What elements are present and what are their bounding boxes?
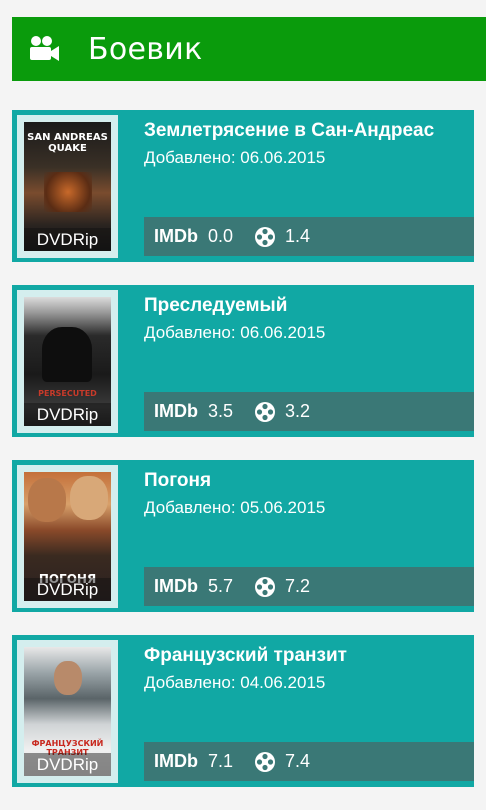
movie-card[interactable]: PERSECUTED DVDRip Преследуемый Добавлено…	[12, 285, 474, 437]
quality-badge: DVDRip	[24, 403, 111, 426]
imdb-label: IMDb	[154, 576, 198, 596]
imdb-label: IMDb	[154, 401, 198, 421]
imdb-label: IMDb	[154, 751, 198, 771]
video-camera-icon	[30, 36, 59, 61]
quality-badge: DVDRip	[24, 753, 111, 776]
movie-title: Французский транзит	[144, 645, 347, 666]
quality-badge: DVDRip	[24, 228, 111, 251]
film-reel-icon	[255, 751, 276, 772]
ratings-bar: IMDb 3.5 3.2	[144, 392, 474, 431]
film-reel-icon	[255, 401, 276, 422]
movie-title: Преследуемый	[144, 295, 288, 316]
movie-card[interactable]: ПОГОНЯ DVDRip Погоня Добавлено: 05.06.20…	[12, 460, 474, 612]
film-reel-icon	[255, 576, 276, 597]
added-date: Добавлено: 05.06.2015	[144, 498, 326, 517]
category-title: Боевик	[88, 31, 203, 67]
added-date: Добавлено: 06.06.2015	[144, 148, 326, 167]
poster-frame: ПОГОНЯ DVDRip	[17, 465, 118, 608]
poster-frame: PERSECUTED DVDRip	[17, 290, 118, 433]
kinopoisk-rating: 7.4	[285, 751, 311, 771]
poster-frame: SAN ANDREAS QUAKE DVDRip	[17, 115, 118, 258]
ratings-bar: IMDb 7.1 7.4	[144, 742, 474, 781]
imdb-rating: 7.1	[208, 751, 234, 771]
poster-frame: ФРАНЦУЗСКИЙ ТРАНЗИТ DVDRip	[17, 640, 118, 783]
quality-badge: DVDRip	[24, 578, 111, 601]
movie-title: Погоня	[144, 470, 212, 491]
ratings-bar: IMDb 5.7 7.2	[144, 567, 474, 606]
movie-card[interactable]: ФРАНЦУЗСКИЙ ТРАНЗИТ DVDRip Французский т…	[12, 635, 474, 787]
ratings-bar: IMDb 0.0 1.4	[144, 217, 474, 256]
imdb-rating: 5.7	[208, 576, 234, 596]
kinopoisk-rating: 1.4	[285, 226, 311, 246]
imdb-label: IMDb	[154, 226, 198, 246]
kinopoisk-rating: 7.2	[285, 576, 311, 596]
kinopoisk-rating: 3.2	[285, 401, 311, 421]
added-date: Добавлено: 06.06.2015	[144, 323, 326, 342]
movie-title: Землетрясение в Сан-Андреас	[144, 120, 435, 141]
added-date: Добавлено: 04.06.2015	[144, 673, 326, 692]
imdb-rating: 3.5	[208, 401, 234, 421]
category-header: Боевик	[12, 17, 486, 81]
film-reel-icon	[255, 226, 276, 247]
imdb-rating: 0.0	[208, 226, 234, 246]
movie-card[interactable]: SAN ANDREAS QUAKE DVDRip Землетрясение в…	[12, 110, 474, 262]
